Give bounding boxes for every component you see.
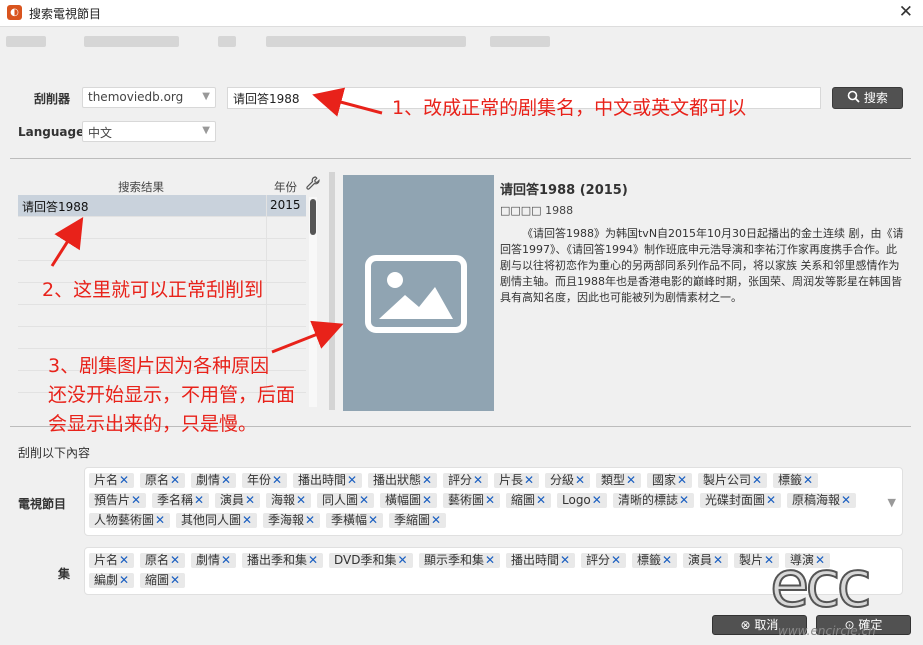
arrow-3 [271, 320, 344, 354]
annotation-1: 1、改成正常的剧集名，中文或英文都可以 [392, 97, 747, 119]
watermark-site: www.encircle.cn [778, 624, 876, 638]
watermark-logo: ecc [769, 547, 873, 623]
annotation-3-line2: 还没开始显示，不用管，后面 [48, 384, 296, 406]
annotation-2: 2、这里就可以正常刮削到 [42, 279, 264, 301]
annotation-3-line1: 3、剧集图片因为各种原因 [48, 355, 270, 377]
arrow-1 [312, 87, 383, 117]
arrow-2 [50, 216, 84, 267]
annotation-3-line3: 会显示出来的，只是慢。 [48, 413, 258, 435]
